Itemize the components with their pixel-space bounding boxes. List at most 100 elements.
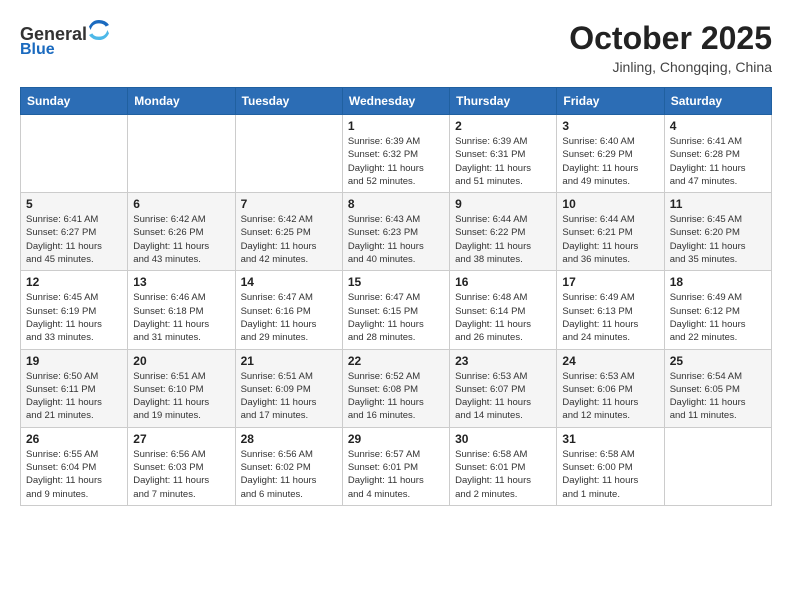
day-info: Sunrise: 6:53 AM Sunset: 6:06 PM Dayligh… xyxy=(562,370,658,423)
calendar-cell: 12 Sunrise: 6:45 AM Sunset: 6:19 PM Dayli… xyxy=(21,271,128,349)
calendar-cell: 5Sunrise: 6:41 AM Sunset: 6:27 PM Daylig… xyxy=(21,193,128,271)
calendar-cell: 13Sunrise: 6:46 AM Sunset: 6:18 PM Dayli… xyxy=(128,271,235,349)
day-info: Sunrise: 6:44 AM Sunset: 6:21 PM Dayligh… xyxy=(562,213,658,266)
day-info: Sunrise: 6:39 AM Sunset: 6:32 PM Dayligh… xyxy=(348,135,444,188)
calendar-cell: 24 Sunrise: 6:53 AM Sunset: 6:06 PM Dayli… xyxy=(557,349,664,427)
calendar-cell xyxy=(21,115,128,193)
calendar-cell: 30 Sunrise: 6:58 AM Sunset: 6:01 PM Dayli… xyxy=(450,427,557,505)
day-number: 10 xyxy=(562,197,658,211)
day-info: Sunrise: 6:49 AM Sunset: 6:13 PM Dayligh… xyxy=(562,291,658,344)
page-header: General Blue October 2025 Jinling, Chong… xyxy=(20,20,772,75)
day-number: 7 xyxy=(241,197,337,211)
day-number: 25 xyxy=(670,354,766,368)
day-number: 4 xyxy=(670,119,766,133)
day-number: 17 xyxy=(562,275,658,289)
day-info: Sunrise: 6:46 AM Sunset: 6:18 PM Dayligh… xyxy=(133,291,229,344)
day-info: Sunrise: 6:54 AM Sunset: 6:05 PM Dayligh… xyxy=(670,370,766,423)
day-header-monday: Monday xyxy=(128,88,235,115)
day-number: 3 xyxy=(562,119,658,133)
day-header-sunday: Sunday xyxy=(21,88,128,115)
day-info: Sunrise: 6:41 AM Sunset: 6:28 PM Dayligh… xyxy=(670,135,766,188)
calendar-cell: 10 Sunrise: 6:44 AM Sunset: 6:21 PM Dayli… xyxy=(557,193,664,271)
day-number: 20 xyxy=(133,354,229,368)
day-number: 21 xyxy=(241,354,337,368)
calendar-cell: 16 Sunrise: 6:48 AM Sunset: 6:14 PM Dayli… xyxy=(450,271,557,349)
day-info: Sunrise: 6:51 AM Sunset: 6:10 PM Dayligh… xyxy=(133,370,229,423)
calendar-table: SundayMondayTuesdayWednesdayThursdayFrid… xyxy=(20,87,772,506)
day-info: Sunrise: 6:48 AM Sunset: 6:14 PM Dayligh… xyxy=(455,291,551,344)
day-info: Sunrise: 6:43 AM Sunset: 6:23 PM Dayligh… xyxy=(348,213,444,266)
day-number: 2 xyxy=(455,119,551,133)
calendar-header-row: SundayMondayTuesdayWednesdayThursdayFrid… xyxy=(21,88,772,115)
day-number: 22 xyxy=(348,354,444,368)
calendar-cell: 15Sunrise: 6:47 AM Sunset: 6:15 PM Dayli… xyxy=(342,271,449,349)
week-row-5: 26Sunrise: 6:55 AM Sunset: 6:04 PM Dayli… xyxy=(21,427,772,505)
day-header-tuesday: Tuesday xyxy=(235,88,342,115)
calendar-cell: 26Sunrise: 6:55 AM Sunset: 6:04 PM Dayli… xyxy=(21,427,128,505)
day-number: 29 xyxy=(348,432,444,446)
day-number: 9 xyxy=(455,197,551,211)
calendar-cell: 17 Sunrise: 6:49 AM Sunset: 6:13 PM Dayli… xyxy=(557,271,664,349)
calendar-cell xyxy=(235,115,342,193)
calendar-cell: 21 Sunrise: 6:51 AM Sunset: 6:09 PM Dayli… xyxy=(235,349,342,427)
day-header-friday: Friday xyxy=(557,88,664,115)
calendar-cell: 11Sunrise: 6:45 AM Sunset: 6:20 PM Dayli… xyxy=(664,193,771,271)
day-number: 14 xyxy=(241,275,337,289)
day-header-thursday: Thursday xyxy=(450,88,557,115)
day-info: Sunrise: 6:56 AM Sunset: 6:02 PM Dayligh… xyxy=(241,448,337,501)
day-number: 12 xyxy=(26,275,122,289)
calendar-cell: 20 Sunrise: 6:51 AM Sunset: 6:10 PM Dayli… xyxy=(128,349,235,427)
calendar-cell: 8 Sunrise: 6:43 AM Sunset: 6:23 PM Daylig… xyxy=(342,193,449,271)
day-number: 1 xyxy=(348,119,444,133)
day-info: Sunrise: 6:39 AM Sunset: 6:31 PM Dayligh… xyxy=(455,135,551,188)
day-number: 16 xyxy=(455,275,551,289)
day-number: 5 xyxy=(26,197,122,211)
calendar-cell: 28 Sunrise: 6:56 AM Sunset: 6:02 PM Dayli… xyxy=(235,427,342,505)
day-number: 19 xyxy=(26,354,122,368)
calendar-cell xyxy=(128,115,235,193)
day-info: Sunrise: 6:53 AM Sunset: 6:07 PM Dayligh… xyxy=(455,370,551,423)
day-number: 18 xyxy=(670,275,766,289)
title-area: October 2025 Jinling, Chongqing, China xyxy=(569,20,772,75)
day-number: 11 xyxy=(670,197,766,211)
day-number: 6 xyxy=(133,197,229,211)
calendar-cell: 27Sunrise: 6:56 AM Sunset: 6:03 PM Dayli… xyxy=(128,427,235,505)
day-info: Sunrise: 6:51 AM Sunset: 6:09 PM Dayligh… xyxy=(241,370,337,423)
day-info: Sunrise: 6:40 AM Sunset: 6:29 PM Dayligh… xyxy=(562,135,658,188)
calendar-cell: 29 Sunrise: 6:57 AM Sunset: 6:01 PM Dayli… xyxy=(342,427,449,505)
day-number: 8 xyxy=(348,197,444,211)
day-info: Sunrise: 6:58 AM Sunset: 6:01 PM Dayligh… xyxy=(455,448,551,501)
calendar-cell: 25 Sunrise: 6:54 AM Sunset: 6:05 PM Dayli… xyxy=(664,349,771,427)
calendar-cell: 1 Sunrise: 6:39 AM Sunset: 6:32 PM Daylig… xyxy=(342,115,449,193)
week-row-3: 12 Sunrise: 6:45 AM Sunset: 6:19 PM Dayli… xyxy=(21,271,772,349)
calendar-cell: 3 Sunrise: 6:40 AM Sunset: 6:29 PM Daylig… xyxy=(557,115,664,193)
calendar-cell: 18 Sunrise: 6:49 AM Sunset: 6:12 PM Dayli… xyxy=(664,271,771,349)
day-number: 30 xyxy=(455,432,551,446)
location-subtitle: Jinling, Chongqing, China xyxy=(569,59,772,75)
day-number: 24 xyxy=(562,354,658,368)
day-header-saturday: Saturday xyxy=(664,88,771,115)
calendar-cell: 22 Sunrise: 6:52 AM Sunset: 6:08 PM Dayli… xyxy=(342,349,449,427)
week-row-2: 5Sunrise: 6:41 AM Sunset: 6:27 PM Daylig… xyxy=(21,193,772,271)
day-info: Sunrise: 6:49 AM Sunset: 6:12 PM Dayligh… xyxy=(670,291,766,344)
calendar-cell: 9 Sunrise: 6:44 AM Sunset: 6:22 PM Daylig… xyxy=(450,193,557,271)
day-info: Sunrise: 6:44 AM Sunset: 6:22 PM Dayligh… xyxy=(455,213,551,266)
day-info: Sunrise: 6:47 AM Sunset: 6:15 PM Dayligh… xyxy=(348,291,444,344)
day-number: 31 xyxy=(562,432,658,446)
calendar-cell: 4 Sunrise: 6:41 AM Sunset: 6:28 PM Daylig… xyxy=(664,115,771,193)
calendar-cell: 14 Sunrise: 6:47 AM Sunset: 6:16 PM Dayli… xyxy=(235,271,342,349)
day-info: Sunrise: 6:58 AM Sunset: 6:00 PM Dayligh… xyxy=(562,448,658,501)
day-number: 28 xyxy=(241,432,337,446)
day-info: Sunrise: 6:47 AM Sunset: 6:16 PM Dayligh… xyxy=(241,291,337,344)
day-number: 23 xyxy=(455,354,551,368)
week-row-1: 1 Sunrise: 6:39 AM Sunset: 6:32 PM Daylig… xyxy=(21,115,772,193)
calendar-cell: 7Sunrise: 6:42 AM Sunset: 6:25 PM Daylig… xyxy=(235,193,342,271)
day-number: 27 xyxy=(133,432,229,446)
calendar-cell xyxy=(664,427,771,505)
calendar-cell: 6Sunrise: 6:42 AM Sunset: 6:26 PM Daylig… xyxy=(128,193,235,271)
day-info: Sunrise: 6:52 AM Sunset: 6:08 PM Dayligh… xyxy=(348,370,444,423)
day-header-wednesday: Wednesday xyxy=(342,88,449,115)
day-info: Sunrise: 6:57 AM Sunset: 6:01 PM Dayligh… xyxy=(348,448,444,501)
day-info: Sunrise: 6:45 AM Sunset: 6:19 PM Dayligh… xyxy=(26,291,122,344)
week-row-4: 19Sunrise: 6:50 AM Sunset: 6:11 PM Dayli… xyxy=(21,349,772,427)
